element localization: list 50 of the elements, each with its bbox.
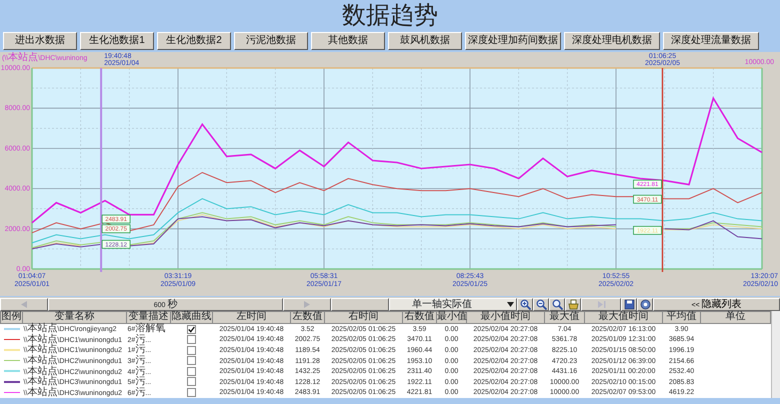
checkbox[interactable]: [187, 346, 196, 355]
scroll-left-button[interactable]: [0, 298, 48, 310]
column-header[interactable]: 变量描述: [126, 312, 170, 324]
nav-button[interactable]: 污泥池数据: [234, 32, 308, 50]
tray-button[interactable]: [565, 298, 581, 310]
column-header[interactable]: 最小值: [436, 312, 466, 324]
zoom-reset-icon: [552, 298, 562, 310]
tray-icon: [568, 298, 578, 310]
zoom-in-button[interactable]: [517, 298, 533, 310]
nav-button[interactable]: 鼓风机数据: [388, 32, 462, 50]
column-header[interactable]: 图例: [0, 312, 22, 324]
column-header[interactable]: 变量名称: [22, 312, 126, 324]
nav-button[interactable]: 深度处理加药间数据: [465, 32, 561, 50]
settings-button[interactable]: [637, 298, 653, 310]
scroll-right-button[interactable]: [283, 298, 331, 310]
column-header[interactable]: 左时间: [212, 312, 290, 324]
zoom-in-icon: [520, 298, 530, 310]
nav-button[interactable]: 生化池数据1: [80, 32, 154, 50]
column-header[interactable]: 最大值: [544, 312, 584, 324]
column-header[interactable]: 左数值: [290, 312, 324, 324]
column-header[interactable]: 右数值: [402, 312, 436, 324]
save-icon: [624, 298, 634, 310]
settings-icon: [640, 298, 650, 310]
nav-button[interactable]: 其他数据: [311, 32, 385, 50]
nav-button[interactable]: 生化池数据2: [157, 32, 231, 50]
column-header[interactable]: 最大值时间: [584, 312, 662, 324]
zoom-out-icon: [536, 298, 546, 310]
nav-button[interactable]: 深度处理电机数据: [564, 32, 660, 50]
zoom-reset-button[interactable]: [549, 298, 565, 310]
page-title: 数据趋势: [341, 0, 439, 30]
checkbox[interactable]: [187, 335, 196, 344]
nav-button[interactable]: 进出水数据: [3, 32, 77, 50]
checkbox[interactable]: [187, 356, 196, 366]
save-button[interactable]: [621, 298, 637, 310]
play-icon: [596, 298, 606, 310]
checkbox[interactable]: [187, 388, 196, 398]
checkbox[interactable]: [187, 324, 196, 334]
axis-mode-dropdown[interactable]: 单一轴实际值: [389, 298, 517, 310]
left-arrow-icon: [21, 300, 27, 308]
zoom-out-button[interactable]: [533, 298, 549, 310]
caret-icon: [507, 302, 514, 306]
nav-button[interactable]: 深度处理流量数据: [663, 32, 759, 50]
column-header[interactable]: 单位: [700, 312, 770, 324]
checkbox[interactable]: [187, 377, 196, 386]
column-header[interactable]: 最小值时间: [466, 312, 544, 324]
column-header[interactable]: 平均值: [662, 312, 700, 324]
right-arrow-icon: [304, 300, 310, 308]
checkbox[interactable]: [187, 366, 196, 376]
column-header[interactable]: 隐藏曲线: [170, 312, 212, 324]
column-header[interactable]: 右时间: [324, 312, 402, 324]
